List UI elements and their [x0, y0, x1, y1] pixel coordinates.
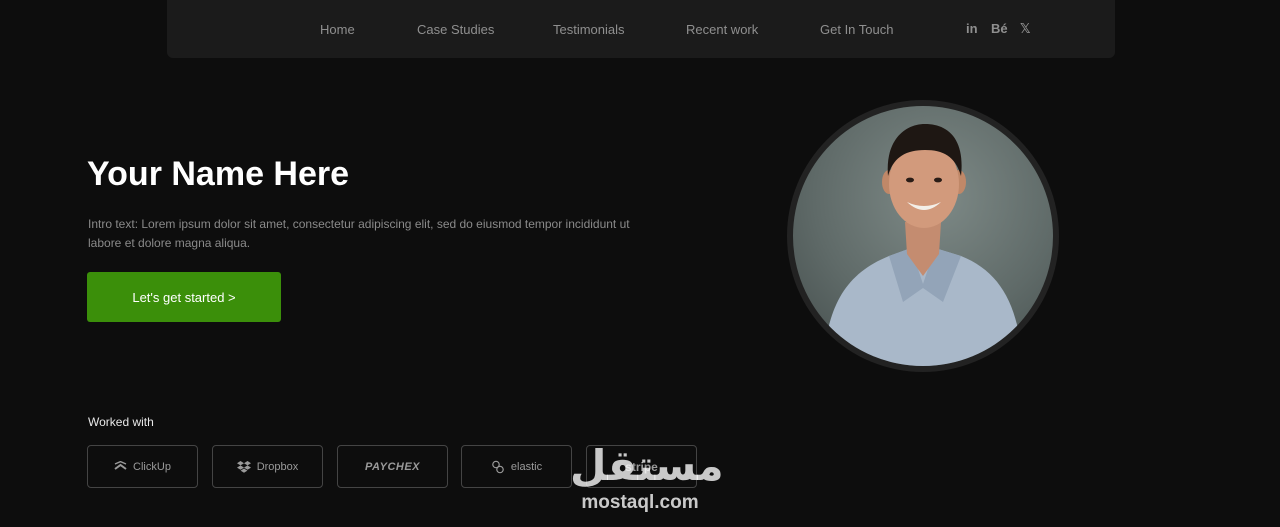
hero-title: Your Name Here	[87, 155, 350, 193]
top-navigation-bar: Home Case Studies Testimonials Recent wo…	[167, 0, 1115, 58]
dropbox-icon	[236, 460, 251, 473]
person-portrait-icon	[823, 124, 1023, 366]
get-started-button[interactable]: Let's get started >	[87, 272, 281, 322]
mostaql-watermark-latin: mostaql.com	[581, 492, 699, 513]
behance-icon[interactable]: Bé	[991, 21, 1008, 36]
logo-clickup: ClickUp	[87, 445, 198, 488]
elastic-icon	[491, 460, 505, 474]
nav-link-get-in-touch[interactable]: Get In Touch	[820, 22, 893, 37]
logo-dropbox: Dropbox	[212, 445, 323, 488]
mostaql-watermark-arabic: مستقل	[570, 442, 724, 489]
x-twitter-icon[interactable]: 𝕏	[1020, 21, 1030, 37]
hero-intro-text: Intro text: Lorem ipsum dolor sit amet, …	[88, 217, 630, 250]
nav-link-testimonials[interactable]: Testimonials	[553, 22, 625, 37]
linkedin-icon[interactable]: in	[966, 21, 978, 36]
logo-dropbox-text: Dropbox	[256, 460, 299, 473]
logo-elastic-text: elastic	[510, 460, 543, 473]
nav-link-home[interactable]: Home	[320, 22, 355, 37]
logo-elastic: elastic	[461, 445, 572, 488]
logo-clickup-text: ClickUp	[133, 460, 171, 473]
worked-with-label: Worked with	[88, 415, 154, 429]
logo-paychex: PAYCHEX	[337, 445, 448, 488]
clickup-icon	[114, 460, 127, 473]
logo-paychex-text: PAYCHEX	[364, 460, 421, 473]
nav-link-case-studies[interactable]: Case Studies	[417, 22, 494, 37]
nav-link-recent-work[interactable]: Recent work	[686, 22, 758, 37]
profile-photo	[793, 106, 1053, 366]
